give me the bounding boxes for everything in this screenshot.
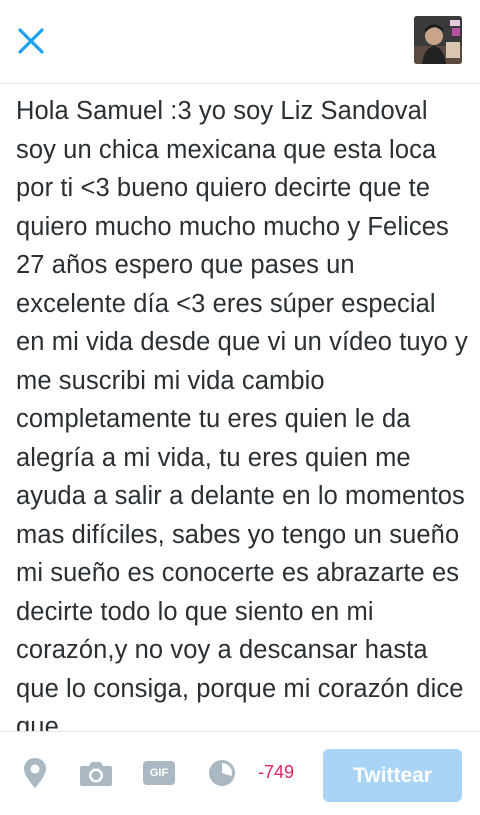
camera-icon [80,762,112,786]
poll-button[interactable] [205,756,239,790]
tweet-text-input[interactable]: Hola Samuel :3 yo soy Liz Sandoval soy u… [0,84,480,731]
gif-label: GIF [149,767,169,779]
top-bar [0,0,480,84]
compose-toolbar: GIF -749 Twittear [0,731,480,815]
gif-button[interactable]: GIF [142,756,176,790]
compose-tweet-screen: Hola Samuel :3 yo soy Liz Sandoval soy u… [0,0,480,815]
avatar[interactable] [414,16,462,64]
tweet-button[interactable]: Twittear [323,749,462,802]
camera-button[interactable] [79,756,113,790]
close-icon [18,28,44,54]
location-button[interactable] [18,756,52,790]
poll-icon [209,760,235,786]
location-pin-icon [24,758,46,788]
close-button[interactable] [14,24,48,58]
character-counter: -749 [258,762,295,782]
compose-area[interactable]: Hola Samuel :3 yo soy Liz Sandoval soy u… [0,84,480,731]
user-avatar-icon [414,16,462,64]
